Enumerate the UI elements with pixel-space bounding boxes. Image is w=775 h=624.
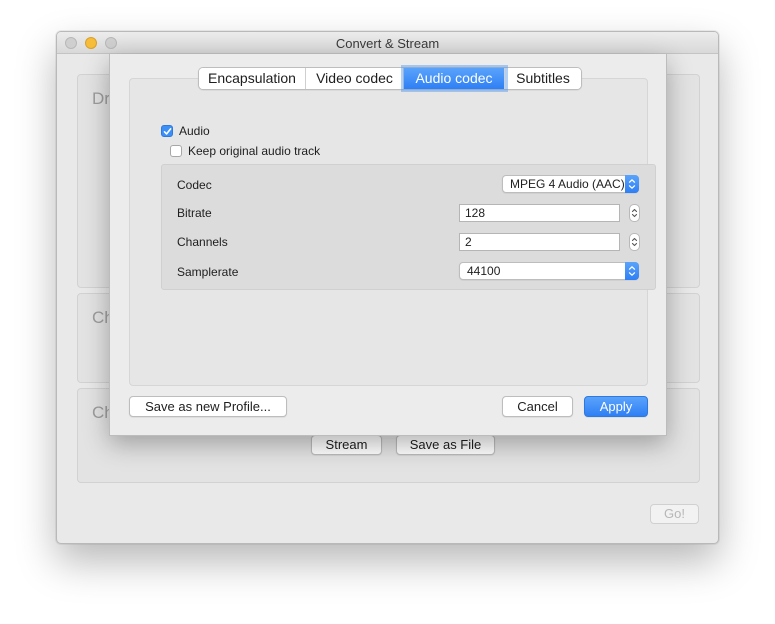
save-new-profile-button[interactable]: Save as new Profile... [129,396,287,417]
audio-codec-panel: Audio Keep original audio track Codec MP… [129,78,656,386]
bitrate-field[interactable]: 128 [459,204,620,222]
codec-popup[interactable]: MPEG 4 Audio (AAC) [502,175,639,193]
audio-settings-box: Codec MPEG 4 Audio (AAC) Bitrate 128 Cha… [161,164,656,290]
samplerate-value: 44100 [467,264,501,278]
bitrate-stepper[interactable] [629,204,640,222]
audio-checkbox-label: Audio [179,124,210,138]
codec-tab-bar: Encapsulation Video codec Audio codec Su… [198,65,582,92]
stream-button[interactable]: Stream [311,435,382,455]
go-button[interactable]: Go! [650,504,699,524]
audio-checkbox-row[interactable]: Audio [161,124,210,138]
samplerate-popup[interactable]: 44100 [459,262,639,280]
stepper-arrows-icon [631,237,638,247]
channels-stepper[interactable] [629,233,640,251]
window-titlebar[interactable]: Convert & Stream [57,32,718,54]
bitrate-label: Bitrate [177,206,212,220]
tab-audio-codec[interactable]: Audio codec [401,65,508,92]
audio-checkbox[interactable] [161,125,173,137]
stepper-arrows-icon [631,208,638,218]
samplerate-label: Samplerate [177,265,239,279]
checkmark-icon [163,127,171,135]
tab-video-codec[interactable]: Video codec [306,68,404,89]
cancel-button[interactable]: Cancel [502,396,573,417]
window-title: Convert & Stream [335,36,440,51]
keep-original-label: Keep original audio track [188,144,321,158]
codec-label: Codec [177,178,212,192]
up-down-chevron-icon [625,175,639,193]
keep-original-checkbox-row[interactable]: Keep original audio track [170,144,320,158]
tab-subtitles[interactable]: Subtitles [505,68,581,89]
tab-encapsulation[interactable]: Encapsulation [199,68,306,89]
channels-field[interactable]: 2 [459,233,620,251]
up-down-chevron-icon [625,262,639,280]
codec-value: MPEG 4 Audio (AAC) [510,177,625,191]
profile-editor-sheet: Audio Keep original audio track Codec MP… [109,54,667,436]
save-as-file-button[interactable]: Save as File [396,435,495,455]
apply-button[interactable]: Apply [584,396,648,417]
keep-original-checkbox[interactable] [170,145,182,157]
channels-label: Channels [177,235,228,249]
